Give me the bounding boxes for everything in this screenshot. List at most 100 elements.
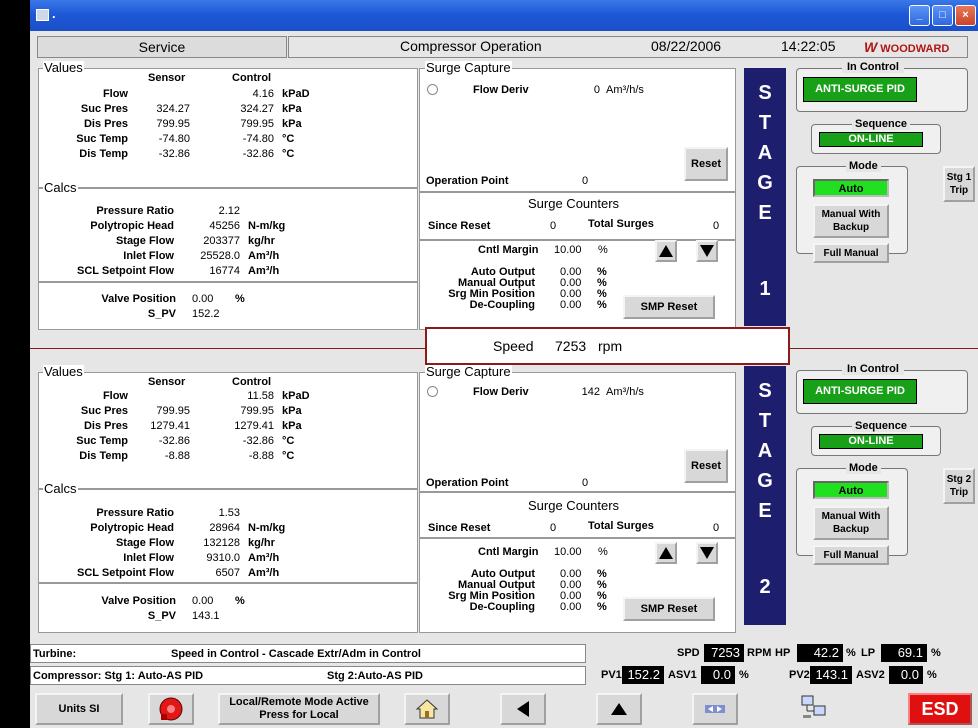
local-remote-button[interactable]: Local/Remote Mode Active Press for Local	[218, 693, 380, 725]
s1-sequence-label: Sequence	[852, 118, 910, 130]
s1-control-value: 4.16	[252, 88, 274, 100]
s1-calc-value: 25528.0	[200, 250, 240, 262]
pv2-value: 143.1	[810, 666, 852, 684]
s1-values-label: Values	[43, 60, 84, 75]
s1-output-unit: %	[597, 299, 607, 311]
s2-margin-up-button[interactable]	[655, 542, 677, 564]
s2-surge-counters-label: Surge Counters	[528, 498, 620, 513]
close-button[interactable]: ×	[955, 5, 976, 26]
s2-calc-value: 1.53	[218, 507, 240, 519]
s1-calc-unit: kg/hr	[248, 235, 275, 247]
s1-mode-full-manual-button[interactable]: Full Manual	[813, 243, 889, 263]
window-title: .	[52, 6, 56, 21]
s1-output-name: De-Coupling	[469, 299, 535, 311]
s1-flow-deriv-value: 0	[593, 84, 600, 96]
compressor-status-text: Compressor: Stg 1: Auto-AS PID	[33, 670, 204, 682]
s2-value-name: Dis Temp	[79, 450, 128, 462]
s1-in-control-label: In Control	[842, 61, 904, 73]
s2-cntl-margin-label: Cntl Margin	[478, 546, 539, 558]
logo-icon: W	[864, 39, 878, 55]
alarm-button[interactable]	[148, 693, 194, 725]
stg2-status-text: Stg 2:Auto-AS PID	[327, 670, 423, 682]
s1-valve-position-unit: %	[235, 293, 245, 305]
speed-label: Speed	[493, 338, 534, 354]
units-button[interactable]: Units SI	[35, 693, 123, 725]
s1-margin-up-button[interactable]	[655, 240, 677, 262]
home-icon	[416, 699, 438, 719]
s2-calc-unit: N-m/kg	[248, 522, 286, 534]
s2-operation-point-value: 0	[582, 477, 589, 489]
page-title: Compressor Operation	[400, 38, 542, 54]
esd-button[interactable]: ESD	[908, 693, 972, 725]
s2-calc-name: SCL Setpoint Flow	[77, 567, 174, 579]
s2-control-value: -32.86	[242, 435, 274, 447]
s2-total-surges-label: Total Surges	[588, 520, 654, 532]
lp-value: 69.1	[881, 644, 927, 662]
s1-sensor-value: 324.27	[156, 103, 190, 115]
s2-control-value: 11.58	[247, 390, 274, 402]
hp-percent: %	[846, 647, 856, 659]
s2-margin-down-button[interactable]	[696, 542, 718, 564]
pv2-label: PV2	[789, 669, 810, 681]
page-up-button[interactable]	[596, 693, 642, 725]
s1-since-reset-label: Since Reset	[428, 220, 491, 232]
arrows-horizontal-icon	[705, 705, 725, 713]
s1-margin-down-button[interactable]	[696, 240, 718, 262]
s2-surge-label: Surge Capture	[425, 364, 512, 379]
s1-reset-button[interactable]: Reset	[684, 147, 728, 181]
s1-smp-reset-button[interactable]: SMP Reset	[623, 295, 715, 319]
lp-percent: %	[931, 647, 941, 659]
s1-total-surges-label: Total Surges	[588, 218, 654, 230]
s1-mode-auto-button[interactable]: Auto	[813, 179, 889, 197]
s1-cntl-margin-value: 10.00	[554, 244, 582, 256]
s2-calc-value: 9310.0	[206, 552, 240, 564]
pv1-label: PV1	[601, 669, 622, 681]
s2-smp-reset-button[interactable]: SMP Reset	[623, 597, 715, 621]
s2-spv-label: S_PV	[147, 610, 176, 622]
s2-value-name: Suc Temp	[76, 435, 128, 447]
s2-reset-button[interactable]: Reset	[684, 449, 728, 483]
s2-mode-auto-button[interactable]: Auto	[813, 481, 889, 499]
s1-calc-name: Polytropic Head	[90, 220, 174, 232]
s2-valve-position-value: 0.00	[192, 595, 214, 607]
s2-value-name: Suc Pres	[80, 405, 128, 417]
s1-calc-value: 45256	[209, 220, 240, 232]
service-tab[interactable]: Service	[37, 36, 287, 58]
s2-operation-point-label: Operation Point	[426, 477, 509, 489]
s2-flow-deriv-radio[interactable]	[427, 386, 438, 397]
s1-sensor-value: -32.86	[158, 148, 190, 160]
s1-cntl-margin-label: Cntl Margin	[478, 244, 539, 256]
s2-output-value: 0.00	[560, 601, 582, 613]
minimize-button[interactable]: _	[909, 5, 930, 26]
s1-value-unit: kPa	[282, 103, 302, 115]
triangle-down-icon	[700, 547, 714, 559]
triangle-up-icon	[659, 245, 673, 257]
network-button[interactable]	[800, 693, 840, 725]
s2-calc-name: Polytropic Head	[90, 522, 174, 534]
rpm-label: RPM	[747, 647, 772, 659]
app-icon	[36, 9, 49, 21]
s2-sensor-header: Sensor	[148, 376, 186, 388]
s2-mode-full-manual-button[interactable]: Full Manual	[813, 545, 889, 565]
spd-label: SPD	[677, 647, 700, 659]
s1-mode-manual-backup-button[interactable]: Manual With Backup	[813, 204, 889, 238]
s1-value-name: Dis Temp	[79, 148, 128, 160]
triangle-down-icon	[700, 245, 714, 257]
next-page-button[interactable]	[692, 693, 738, 725]
s1-trip-button[interactable]: Stg 1 Trip	[943, 166, 975, 202]
previous-page-button[interactable]	[500, 693, 546, 725]
s2-value-unit: °C	[282, 450, 295, 462]
maximize-button[interactable]: □	[932, 5, 953, 26]
s2-valve-position-unit: %	[235, 595, 245, 607]
s2-trip-button[interactable]: Stg 2 Trip	[943, 468, 975, 504]
s2-calc-unit: kg/hr	[248, 537, 275, 549]
s2-values-label: Values	[43, 364, 84, 379]
s2-in-control-label: In Control	[842, 363, 904, 375]
s2-cntl-margin-value: 10.00	[554, 546, 582, 558]
s1-flow-deriv-radio[interactable]	[427, 84, 438, 95]
s2-mode-manual-backup-button[interactable]: Manual With Backup	[813, 506, 889, 540]
s1-sequence-value: ON-LINE	[819, 132, 923, 147]
s2-calc-value: 28964	[209, 522, 240, 534]
s1-surge-label: Surge Capture	[425, 60, 512, 75]
home-button[interactable]	[404, 693, 450, 725]
